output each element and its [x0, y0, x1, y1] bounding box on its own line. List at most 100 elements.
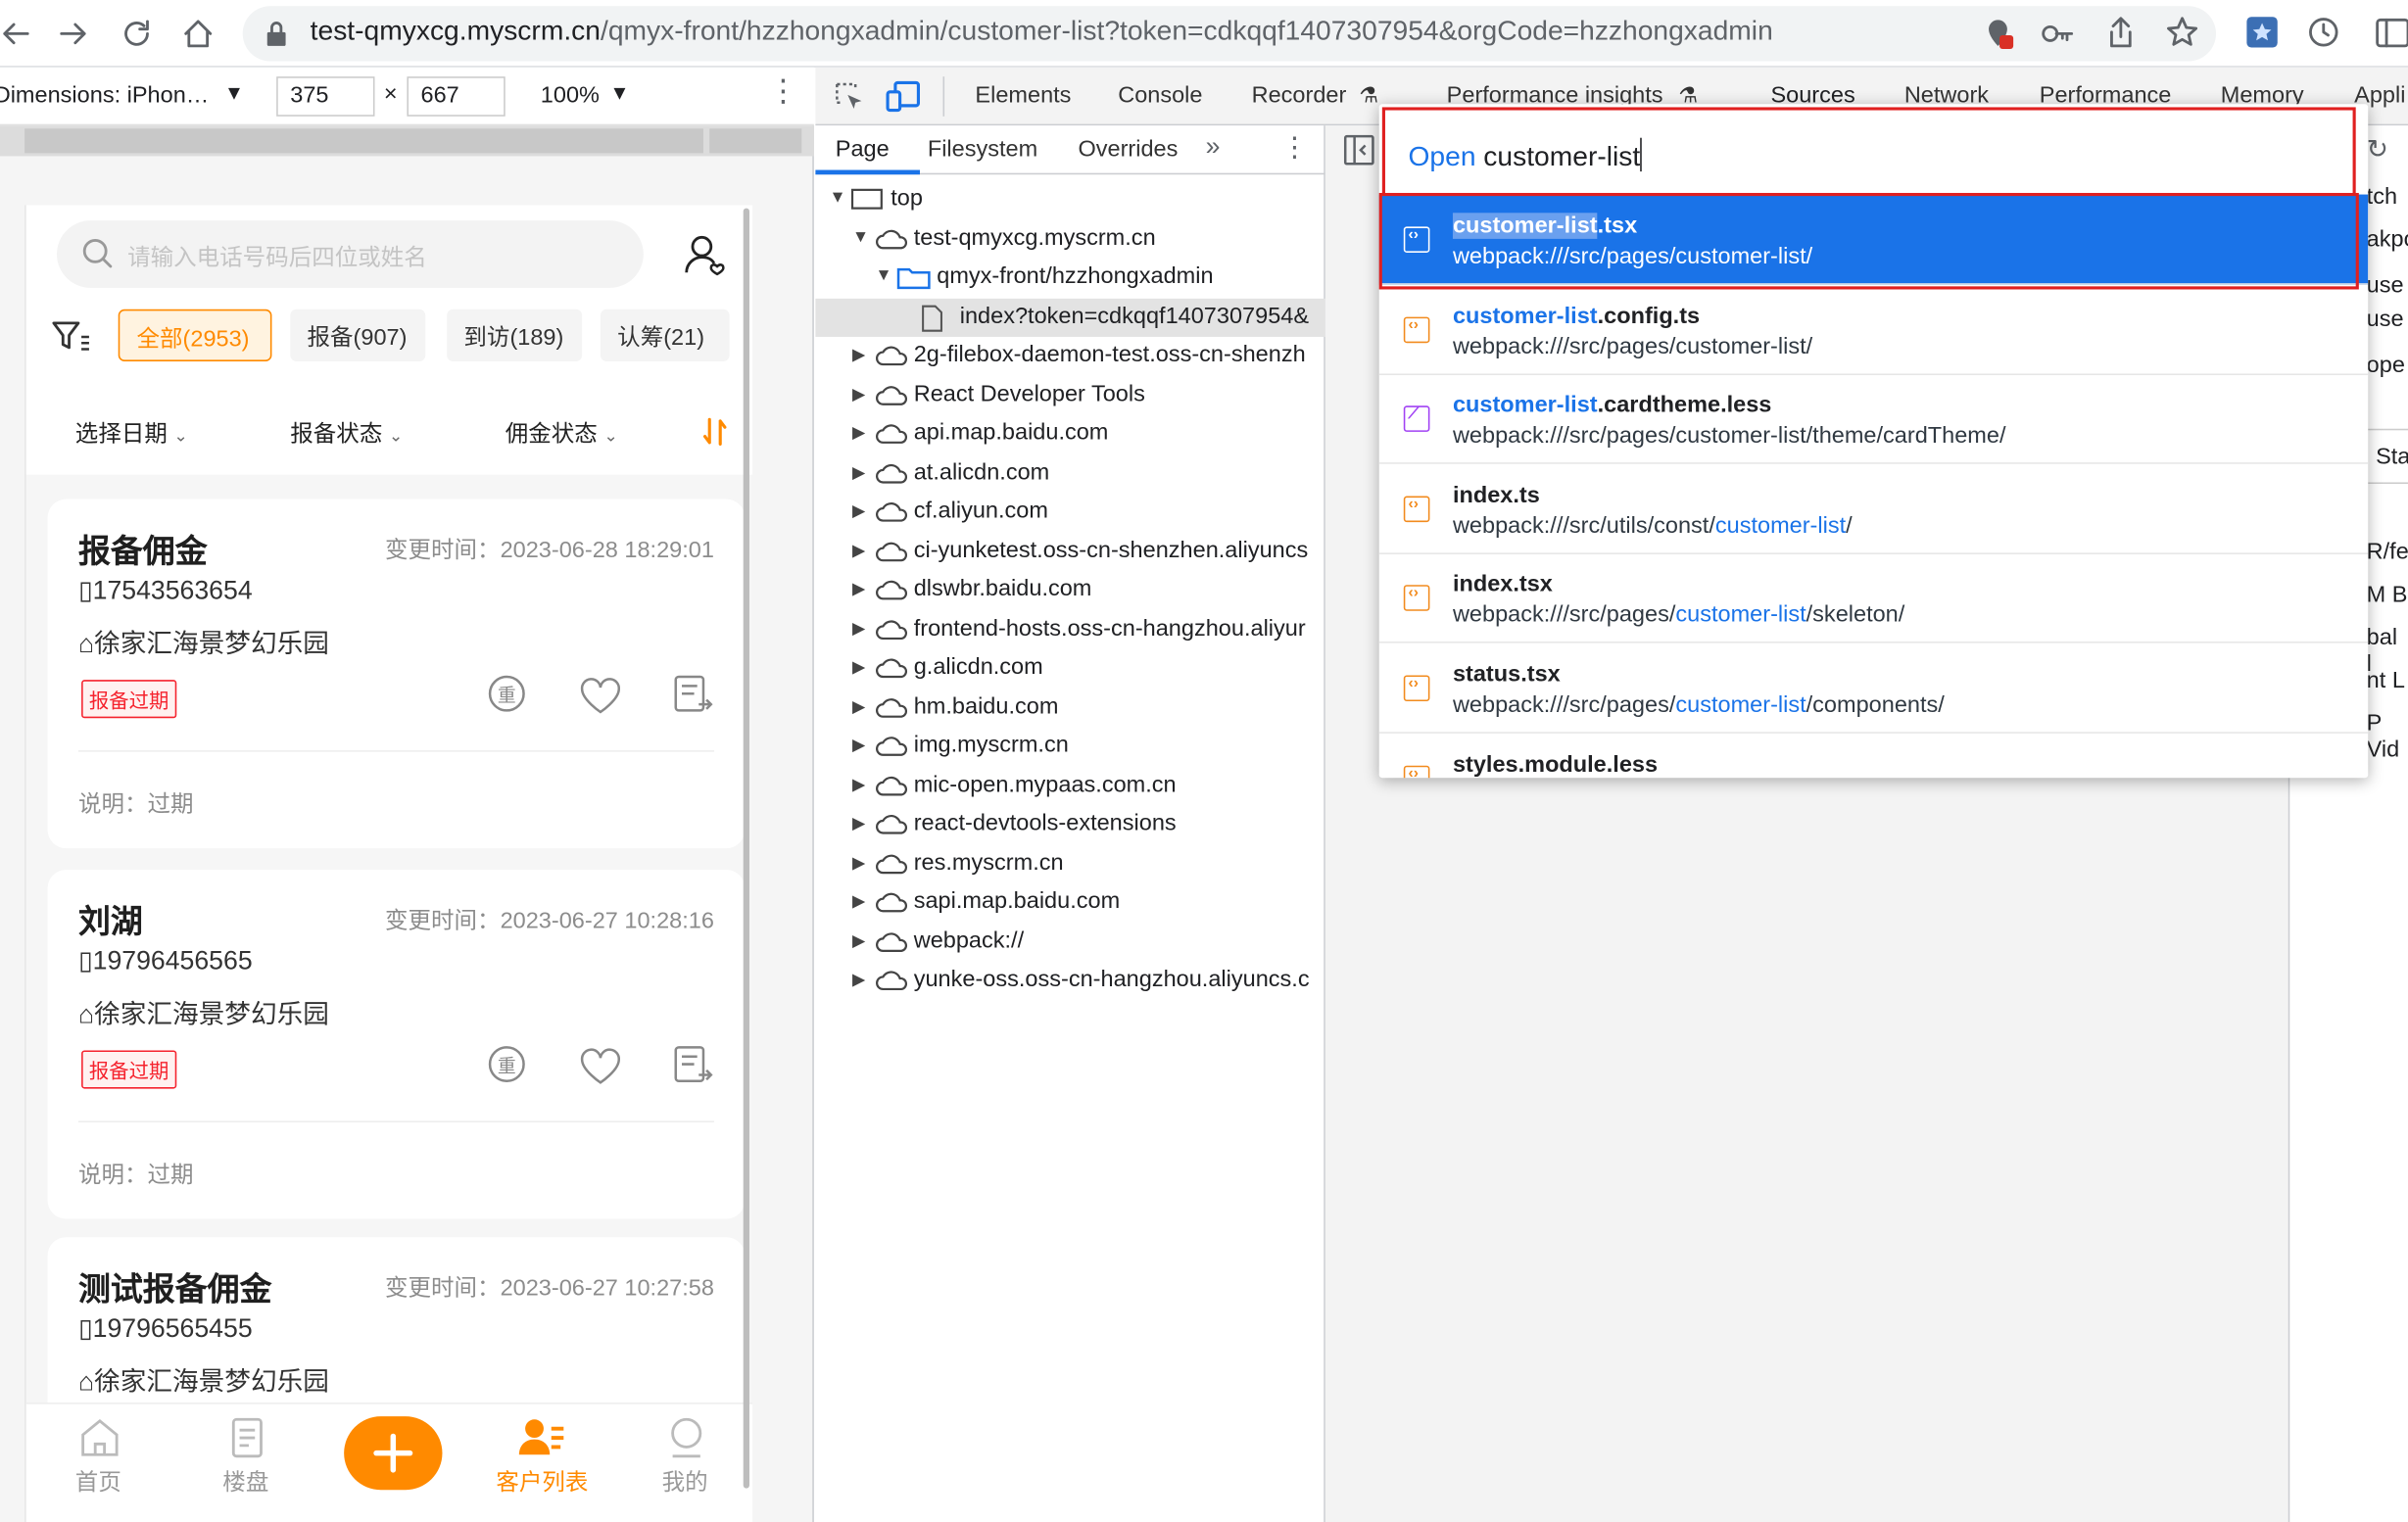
tree-item[interactable]: ▶ dlswbr.baidu.com: [815, 571, 1324, 609]
add-fab-button[interactable]: [344, 1416, 443, 1491]
quick-open-result[interactable]: ‹› customer-list.config.ts webpack:///src/…: [1378, 284, 2369, 375]
inspect-element-icon[interactable]: [834, 81, 864, 112]
width-input[interactable]: 375: [276, 76, 375, 117]
commission-status-dropdown[interactable]: 佣金状态 ⌄: [506, 416, 618, 449]
collapse-arrow-icon[interactable]: ▶: [852, 774, 865, 794]
filter-tab-subscribe[interactable]: 认筹(21): [600, 309, 730, 361]
tree-item[interactable]: ▼ qmyx-front/hzzhongxadmin: [815, 259, 1324, 297]
collapse-arrow-icon[interactable]: ▶: [852, 384, 865, 404]
tree-item[interactable]: ▶ ci-yunketest.oss-cn-shenzhen.aliyuncs: [815, 532, 1324, 570]
nav-customer-list[interactable]: 客户列表: [484, 1416, 606, 1502]
follow-record-icon[interactable]: [671, 1044, 714, 1087]
tree-item[interactable]: ▶ webpack://: [815, 923, 1324, 961]
tree-item[interactable]: ▶ 2g-filebox-daemon-test.oss-cn-shenzh: [815, 337, 1324, 375]
tree-item[interactable]: ▶ api.map.baidu.com: [815, 415, 1324, 453]
customer-card[interactable]: 报备佣金 变更时间：2023-06-28 18:29:01 ▯175435636…: [47, 499, 746, 849]
nav-buildings[interactable]: 楼盘: [214, 1416, 281, 1502]
nav-mine[interactable]: 我的: [652, 1416, 720, 1502]
height-input[interactable]: 667: [407, 76, 506, 117]
tree-item[interactable]: ▶ frontend-hosts.oss-cn-hangzhou.aliyur: [815, 610, 1324, 648]
nav-home[interactable]: 首页: [66, 1416, 133, 1502]
dimensions-dropdown-icon[interactable]: ▼: [224, 81, 244, 104]
favorite-heart-icon[interactable]: [579, 1047, 622, 1087]
toggle-navigator-icon[interactable]: [1343, 134, 1374, 166]
tree-item[interactable]: ▶ mic-open.mypaas.com.cn: [815, 766, 1324, 804]
collapse-arrow-icon[interactable]: ▶: [852, 970, 865, 989]
expand-arrow-icon[interactable]: ▼: [830, 188, 846, 207]
quick-open-result[interactable]: ‹› status.tsx webpack:///src/pages/custome…: [1378, 643, 2369, 734]
collapse-arrow-icon[interactable]: ▶: [852, 930, 865, 950]
sort-icon[interactable]: [701, 416, 729, 447]
viewport-scrollbar[interactable]: [743, 208, 749, 1489]
collapse-arrow-icon[interactable]: ▶: [852, 696, 865, 716]
tree-item[interactable]: ▼ test-qmyxcg.myscrm.cn: [815, 219, 1324, 258]
filter-tab-all[interactable]: 全部(2953): [118, 309, 272, 361]
collapse-arrow-icon[interactable]: ▶: [852, 579, 865, 599]
repeat-report-icon[interactable]: 重: [487, 674, 530, 717]
tab-filesystem[interactable]: Filesystem: [928, 136, 1037, 163]
collapse-arrow-icon[interactable]: ▶: [852, 500, 865, 521]
tree-item[interactable]: ▶ at.alicdn.com: [815, 454, 1324, 493]
location-blocked-icon[interactable]: [1981, 17, 2014, 50]
expand-arrow-icon[interactable]: ▼: [876, 266, 892, 285]
report-status-dropdown[interactable]: 报备状态 ⌄: [290, 416, 403, 449]
tree-item[interactable]: ▶ yunke-oss.oss-cn-hangzhou.aliyuncs.c: [815, 962, 1324, 1000]
quick-open-result[interactable]: ‹› customer-list.tsx webpack:///src/pages/…: [1378, 194, 2369, 285]
repeat-report-icon[interactable]: 重: [487, 1044, 530, 1087]
tree-item[interactable]: ▶ g.alicdn.com: [815, 649, 1324, 688]
tab-elements[interactable]: Elements: [975, 82, 1071, 109]
quick-open-input[interactable]: Open customer-list: [1381, 107, 2356, 197]
filter-tab-report[interactable]: 报备(907): [290, 309, 426, 361]
back-icon[interactable]: [0, 19, 30, 49]
more-options-icon[interactable]: ⋮: [1280, 131, 1308, 164]
zoom-dropdown-icon[interactable]: ▼: [609, 81, 629, 104]
tree-item[interactable]: ▼ top: [815, 180, 1324, 218]
add-customer-icon[interactable]: [684, 233, 730, 279]
more-options-icon[interactable]: ⋮: [768, 76, 798, 107]
tab-console[interactable]: Console: [1118, 82, 1202, 109]
collapse-arrow-icon[interactable]: ▶: [852, 735, 865, 755]
tab-page[interactable]: Page: [836, 136, 890, 163]
collapse-arrow-icon[interactable]: ▶: [852, 657, 865, 677]
tree-item[interactable]: ▶ sapi.map.baidu.com: [815, 883, 1324, 922]
search-input[interactable]: 请输入电话号码后四位或姓名: [57, 220, 644, 288]
quick-open-result[interactable]: ‹› index.ts webpack:///src/utils/const/cus…: [1378, 463, 2369, 554]
tree-item[interactable]: ▶ react-devtools-extensions: [815, 805, 1324, 843]
device-toggle-icon[interactable]: [886, 79, 924, 113]
collapse-arrow-icon[interactable]: ▶: [852, 540, 865, 560]
customer-card[interactable]: 刘湖 变更时间：2023-06-27 10:28:16 ▯19796456565…: [47, 870, 746, 1219]
home-icon[interactable]: [181, 17, 215, 50]
lock-icon[interactable]: [265, 20, 289, 47]
collapse-arrow-icon[interactable]: ▶: [852, 422, 865, 443]
collapse-arrow-icon[interactable]: ▶: [852, 461, 865, 482]
bookmark-star-icon[interactable]: [2165, 16, 2198, 49]
tab-overrides[interactable]: Overrides: [1078, 136, 1178, 163]
collapse-arrow-icon[interactable]: ▶: [852, 852, 865, 873]
step-icon[interactable]: ↻: [2367, 135, 2388, 166]
collapse-arrow-icon[interactable]: ▶: [852, 891, 865, 911]
tree-item[interactable]: index?token=cdkqqf1407307954&: [815, 298, 1325, 337]
tree-item[interactable]: ▶ res.myscrm.cn: [815, 844, 1324, 882]
tree-item[interactable]: ▶ hm.baidu.com: [815, 689, 1324, 727]
follow-record-icon[interactable]: [671, 674, 714, 717]
extension-icon[interactable]: [2245, 16, 2279, 49]
history-clock-icon[interactable]: [2307, 16, 2340, 49]
more-tabs-icon[interactable]: »: [1206, 131, 1221, 162]
collapse-arrow-icon[interactable]: ▶: [852, 618, 865, 638]
favorite-heart-icon[interactable]: [579, 677, 622, 717]
share-icon[interactable]: [2104, 14, 2138, 51]
filter-icon[interactable]: [51, 318, 91, 356]
tree-item[interactable]: ▶ img.myscrm.cn: [815, 728, 1324, 766]
quick-open-result[interactable]: ⟋ customer-list.cardtheme.less webpack:///…: [1378, 374, 2369, 465]
key-icon[interactable]: [2040, 17, 2077, 50]
quick-open-result[interactable]: ‹› styles.module.less: [1379, 733, 2369, 779]
url-text[interactable]: test-qmyxcg.myscrm.cn/qmyx-front/hzzhong…: [311, 16, 1773, 48]
filter-tab-visit[interactable]: 到访(189): [447, 309, 583, 361]
tab-recorder[interactable]: Recorder: [1252, 82, 1347, 109]
expand-arrow-icon[interactable]: ▼: [852, 227, 869, 246]
tree-item[interactable]: ▶ cf.aliyun.com: [815, 493, 1324, 531]
tree-item[interactable]: ▶ React Developer Tools: [815, 376, 1324, 414]
dimensions-select[interactable]: Dimensions: iPhon…: [0, 82, 209, 109]
forward-icon[interactable]: [59, 19, 89, 49]
collapse-arrow-icon[interactable]: ▶: [852, 345, 865, 364]
